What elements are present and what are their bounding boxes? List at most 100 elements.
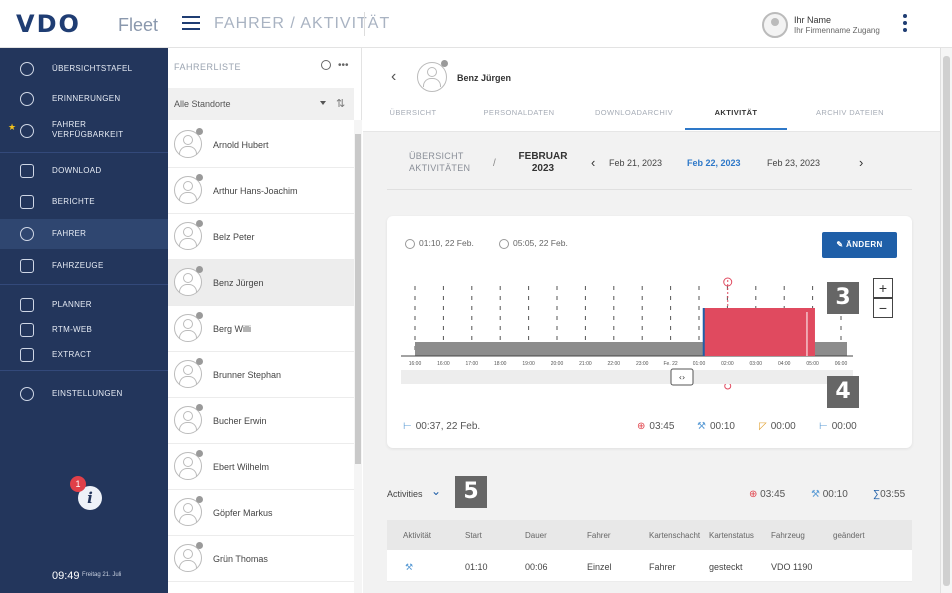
zoom-out-button[interactable]: − [873,298,893,318]
next-day-icon[interactable]: › [859,155,863,170]
sidebar-item-label: ÜBERSICHTSTAFEL [52,64,133,73]
tab-activity[interactable]: AKTIVITÄT [685,108,787,130]
report-icon [20,195,34,209]
scrollbar-thumb[interactable] [943,56,950,586]
activities-toggle-label[interactable]: Activities [387,489,423,499]
back-chevron-icon[interactable]: ‹ [391,68,396,86]
tick-label: 16:00 [437,361,450,367]
scrollbar-thumb[interactable] [355,134,361,464]
breadcrumb-separator: / [493,158,496,169]
rest-time: ⊢ 00:00 [819,421,857,432]
tab-personal-data[interactable]: PERSONALDATEN [469,108,569,130]
zoom-in-button[interactable]: + [873,278,893,298]
driver-list-item[interactable]: Göpfer Markus [168,490,354,536]
date-current[interactable]: Feb 22, 2023 [687,158,741,168]
activity-card: 01:10, 22 Feb. 05:05, 22 Feb. ✎ ÄNDERN 1… [387,216,912,448]
page-scrollbar[interactable] [940,48,952,593]
tick-label: 17:00 [466,361,479,367]
driver-list-item[interactable]: Bucher Erwin [168,398,354,444]
status-dot [196,496,203,503]
driver-list-header: FAHRERLISTE ••• [168,48,354,86]
info-button[interactable]: i 1 [70,476,104,510]
drag-arrows-icon: ‹› [679,373,685,382]
driver-list-item[interactable]: Arnold Hubert [168,122,354,168]
sidebar-item-download[interactable]: DOWNLOAD [0,156,168,186]
bed-icon: ⊢ [819,421,828,432]
column-header[interactable]: Dauer [525,531,547,540]
kebab-menu-icon[interactable] [903,14,907,35]
dashboard-icon [20,62,34,76]
previous-day-icon[interactable]: ‹ [591,155,595,170]
driver-list-item[interactable]: Berg Willi [168,306,354,352]
work-time: ⚒ 00:10 [697,421,735,432]
table-row[interactable]: ⚒ 01:10 00:06 Einzel Fahrer gesteckt VDO… [387,550,912,582]
steering-wheel-icon [20,227,34,241]
activity-timeline[interactable]: 16:00 16:00 17:00 18:00 19:00 20:00 21:00 22:00… [401,276,861,396]
cell-start: 01:10 [465,562,488,572]
sidebar-item-label: RTM-WEB [52,325,93,334]
sidebar-item-reminders[interactable]: ERINNERUNGEN [0,84,168,114]
column-header[interactable]: Kartenstatus [709,531,754,540]
hammers-icon: ⚒ [811,489,823,500]
available-time-value: 00:00 [770,421,796,432]
date-prev[interactable]: Feb 21, 2023 [609,158,662,168]
hamburger-menu-icon[interactable] [182,16,200,30]
notification-badge: 1 [70,476,86,492]
sidebar-item-drivers[interactable]: FAHRER [0,219,168,249]
sidebar-item-settings[interactable]: EINSTELLUNGEN [0,379,168,409]
driver-list-item[interactable]: Brunner Stephan [168,352,354,398]
edit-button[interactable]: ✎ ÄNDERN [822,232,897,258]
tick-label: 01:00 [693,361,706,367]
sidebar-divider [0,370,168,371]
column-header[interactable]: Aktivität [403,531,431,540]
sidebar-item-dashboard[interactable]: ÜBERSICHTSTAFEL [0,54,168,84]
date-next[interactable]: Feb 23, 2023 [767,158,820,168]
sum-total-value: 03:55 [880,489,906,500]
location-filter[interactable]: Alle Standorte ⇅ [168,88,354,120]
user-avatar[interactable] [762,12,788,38]
chevron-down-icon[interactable]: ⌄ [431,484,441,498]
location-value: Alle Standorte [174,99,231,109]
sidebar-item-label: FAHRER VERFÜGBARKEIT [52,120,124,139]
column-header[interactable]: Start [465,531,482,540]
sort-icon[interactable]: ⇅ [336,97,345,110]
sidebar-item-label: DOWNLOAD [52,166,102,175]
table-header: Aktivität Start Dauer Fahrer Kartenschac… [387,520,912,550]
status-dot [196,542,203,549]
driver-name: Grün Thomas [213,554,268,564]
sidebar-item-extract[interactable]: EXTRACT [0,340,168,370]
driver-list-item-selected[interactable]: Benz Jürgen [168,260,354,306]
driver-list-scrollbar[interactable] [354,120,362,593]
sidebar-item-label: FAHRZEUGE [52,261,104,270]
driver-list-item[interactable]: Grün Thomas [168,536,354,582]
driver-list-item[interactable]: Arthur Hans-Joachim [168,168,354,214]
driver-list-item[interactable]: Ebert Wilhelm [168,444,354,490]
activities-table: Aktivität Start Dauer Fahrer Kartenschac… [387,520,912,582]
user-account: Ihr Firmenname Zugang [794,26,880,35]
tab-archive-files[interactable]: ARCHIV DATEIEN [795,108,905,130]
status-dot [196,220,203,227]
clock-date: Freitag 21. Juli [82,572,122,578]
driver-name: Benz Jürgen [213,278,264,288]
sidebar-item-label: EXTRACT [52,350,92,359]
column-header[interactable]: geändert [833,531,865,540]
sidebar-item-driver-availability[interactable]: ★ FAHRER VERFÜGBARKEIT [0,114,168,150]
tab-overview[interactable]: ÜBERSICHT [377,108,449,130]
availability-icon: ◸ [759,421,767,432]
available-time: ◸ 00:00 [759,421,796,432]
sidebar-item-label: BERICHTE [52,197,95,206]
search-icon[interactable] [321,60,331,70]
driver-list-item[interactable]: Belz Peter [168,214,354,260]
column-header[interactable]: Fahrer [587,531,611,540]
sidebar-item-reports[interactable]: BERICHTE [0,187,168,217]
extract-icon [20,348,34,362]
drive-block [703,308,815,356]
column-header[interactable]: Kartenschacht [649,531,700,540]
sidebar-item-vehicles[interactable]: FAHRZEUGE [0,251,168,281]
more-options-icon[interactable]: ••• [338,60,349,71]
column-header[interactable]: Fahrzeug [771,531,805,540]
tab-download-archive[interactable]: DOWNLOADARCHIV [579,108,689,130]
work-total-value: 00:10 [822,489,848,500]
activity-overview-link[interactable]: ÜBERSICHT AKTIVITÄTEN [409,150,479,174]
play-icon [405,238,415,249]
